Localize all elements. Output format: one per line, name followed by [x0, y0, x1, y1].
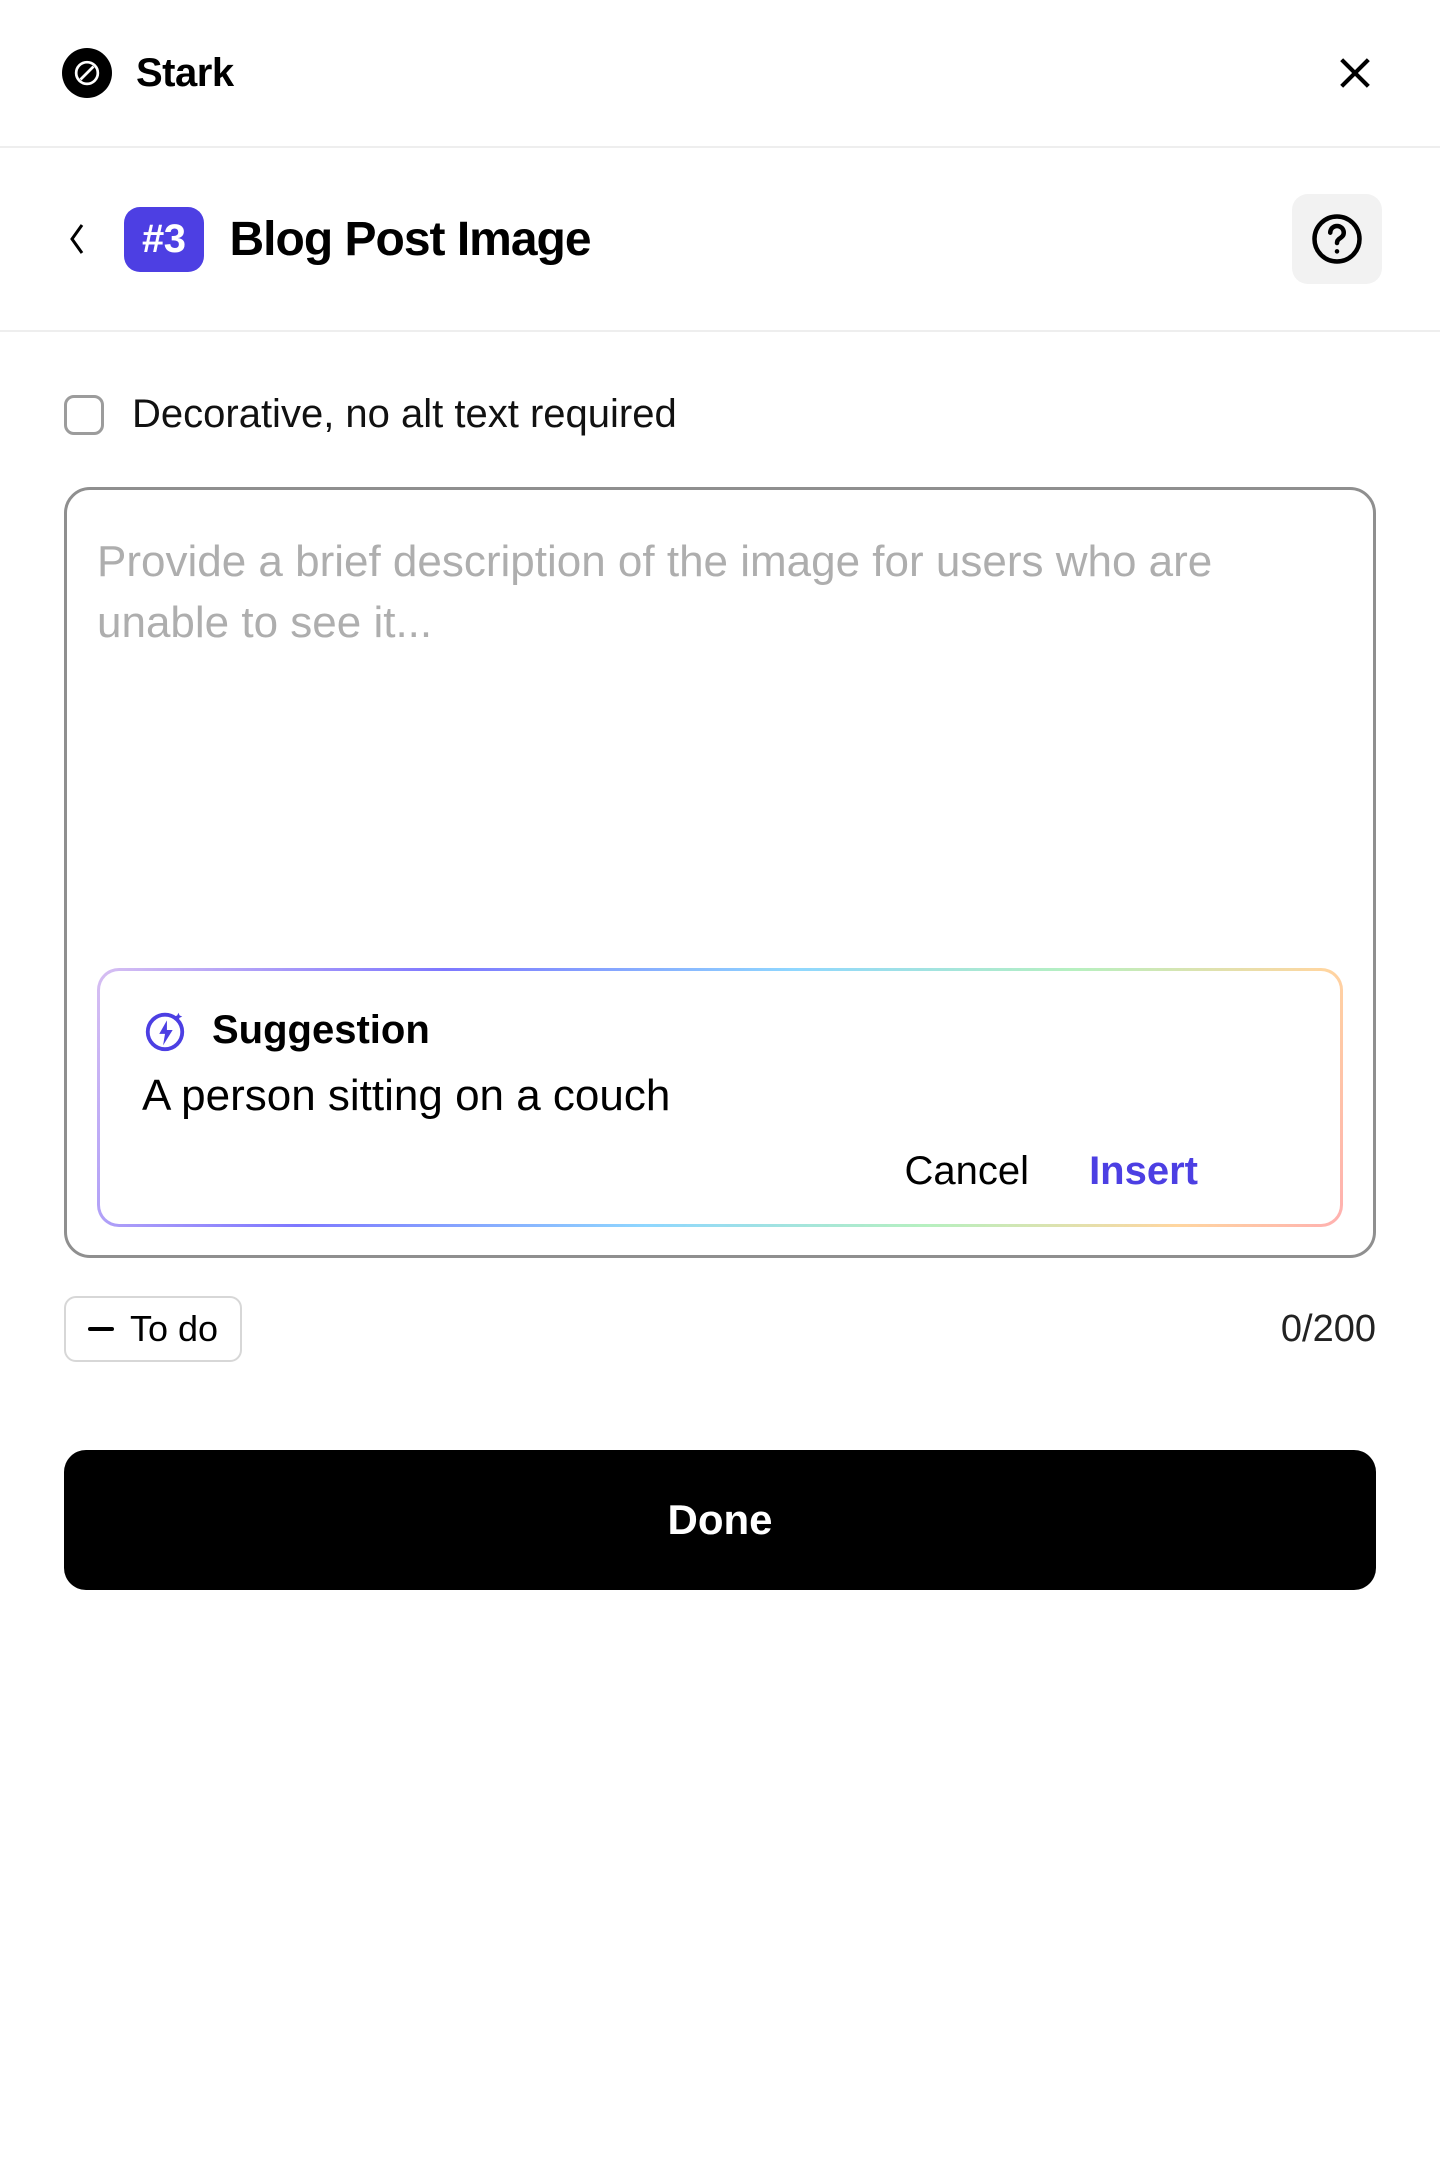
minus-icon [88, 1327, 114, 1331]
page-title: Blog Post Image [230, 212, 591, 267]
suggestion-actions: Cancel Insert [142, 1149, 1298, 1194]
close-icon [1335, 53, 1375, 93]
alt-text-field-wrap: Suggestion A person sitting on a couch C… [64, 487, 1376, 1258]
meta-row: To do 0/200 [64, 1296, 1376, 1362]
decorative-checkbox[interactable] [64, 395, 104, 435]
back-button[interactable] [58, 219, 98, 259]
chevron-left-icon [63, 219, 93, 259]
status-label: To do [130, 1308, 218, 1350]
close-button[interactable] [1332, 50, 1378, 96]
lightning-sparkle-icon [142, 1007, 188, 1053]
suggestion-header: Suggestion [142, 1007, 1298, 1053]
help-button[interactable] [1292, 194, 1382, 284]
status-dropdown[interactable]: To do [64, 1296, 242, 1362]
stark-logo-icon [62, 48, 112, 98]
decorative-checkbox-label: Decorative, no alt text required [132, 392, 677, 437]
page-header: #3 Blog Post Image [0, 148, 1440, 332]
done-button[interactable]: Done [64, 1450, 1376, 1590]
question-circle-icon [1310, 212, 1364, 266]
char-counter: 0/200 [1281, 1308, 1376, 1351]
suggestion-title: Suggestion [212, 1008, 430, 1053]
suggestion-cancel-button[interactable]: Cancel [905, 1149, 1030, 1194]
brand-name: Stark [136, 51, 234, 96]
suggestion-insert-button[interactable]: Insert [1089, 1149, 1198, 1194]
page-header-left: #3 Blog Post Image [58, 207, 591, 272]
content-area: Decorative, no alt text required Suggest… [0, 332, 1440, 1650]
decorative-checkbox-row: Decorative, no alt text required [64, 392, 1376, 437]
suggestion-inner: Suggestion A person sitting on a couch C… [100, 971, 1340, 1224]
app-header: Stark [0, 0, 1440, 148]
suggestion-text: A person sitting on a couch [142, 1071, 1298, 1121]
brand: Stark [62, 48, 234, 98]
suggestion-card: Suggestion A person sitting on a couch C… [97, 968, 1343, 1227]
item-number-badge: #3 [124, 207, 204, 272]
alt-text-input[interactable] [97, 532, 1343, 942]
